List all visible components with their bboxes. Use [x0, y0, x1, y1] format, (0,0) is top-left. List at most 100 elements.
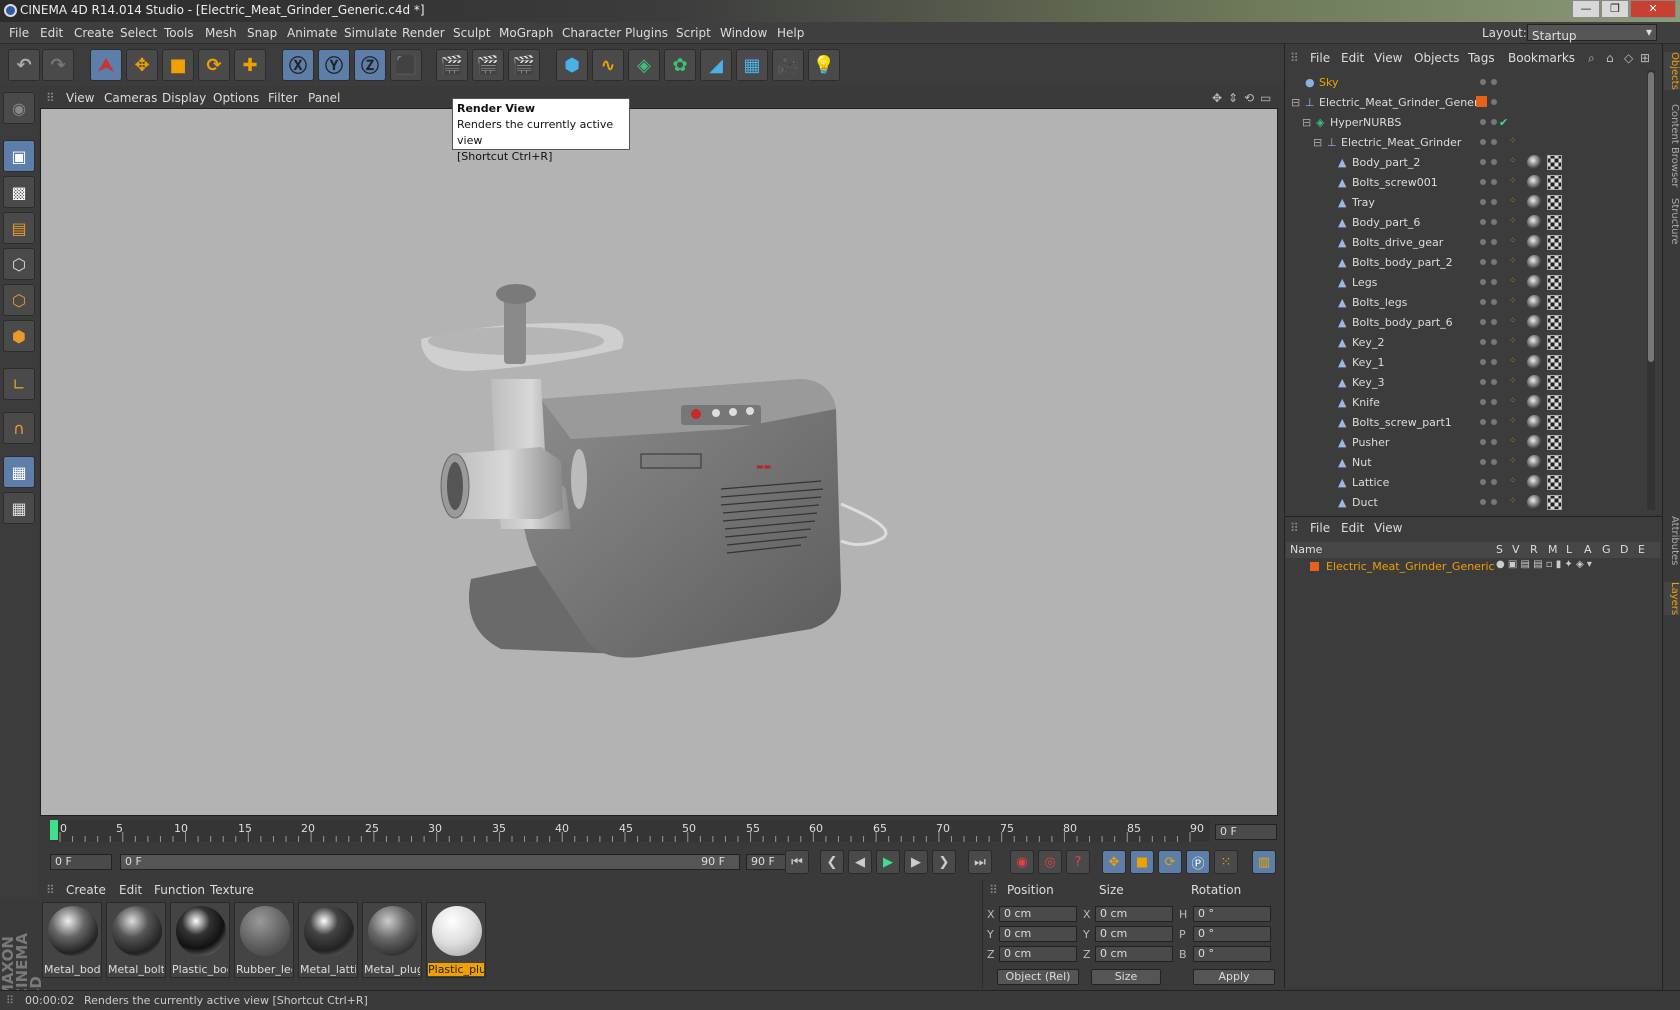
- object-name[interactable]: Knife: [1352, 396, 1380, 409]
- uvw-tag-icon[interactable]: [1547, 255, 1562, 270]
- object-row[interactable]: ▲ Duct ⁘: [1287, 493, 1647, 512]
- object-row[interactable]: ⊟ ⊥ Electric_Meat_Grinder_Generic: [1287, 93, 1647, 112]
- pan-view-icon[interactable]: ✥: [1212, 91, 1222, 105]
- uvw-tag-icon[interactable]: [1547, 235, 1562, 250]
- expand-toggle-icon[interactable]: ⊟: [1302, 116, 1311, 129]
- visibility-dot[interactable]: [1480, 359, 1486, 365]
- position-y-field[interactable]: 0 cm: [999, 926, 1077, 942]
- material-swatch[interactable]: Metal_bod: [42, 902, 102, 978]
- layer-color-swatch[interactable]: [1310, 562, 1319, 571]
- viewport-menu-display[interactable]: Display: [162, 91, 206, 105]
- material-swatch[interactable]: Metal_plug: [362, 902, 422, 978]
- phong-tag-icon[interactable]: ⁘: [1509, 376, 1517, 386]
- scrollbar-thumb[interactable]: [1648, 72, 1654, 362]
- visibility-dot[interactable]: [1491, 299, 1497, 305]
- go-to-end-button[interactable]: ⏭: [968, 850, 992, 874]
- object-row[interactable]: ▲ Pusher ⁘: [1287, 433, 1647, 452]
- object-name[interactable]: Bolts_body_part_2: [1352, 256, 1453, 269]
- viewport-menu-cameras[interactable]: Cameras: [104, 91, 157, 105]
- material-swatch[interactable]: Metal_bolt: [106, 902, 166, 978]
- axis-mode-button[interactable]: ∟: [3, 368, 35, 400]
- material-menu-edit[interactable]: Edit: [119, 883, 142, 897]
- menu-file[interactable]: File: [9, 26, 29, 40]
- previous-key-button[interactable]: ❮: [820, 850, 844, 874]
- phong-tag-icon[interactable]: ⁘: [1509, 456, 1517, 466]
- visibility-dot[interactable]: [1491, 279, 1497, 285]
- menu-snap[interactable]: Snap: [247, 26, 277, 40]
- uvw-tag-icon[interactable]: [1547, 455, 1562, 470]
- objects-menu-objects[interactable]: Objects: [1414, 51, 1459, 65]
- object-row[interactable]: ⊟ ⊥ Electric_Meat_Grinder ⁘: [1287, 133, 1647, 152]
- record-scale-button[interactable]: ■: [1130, 850, 1154, 874]
- move-button[interactable]: ✥: [126, 49, 158, 81]
- object-scrollbar[interactable]: [1647, 70, 1655, 510]
- uvw-tag-icon[interactable]: [1547, 335, 1562, 350]
- phong-tag-icon[interactable]: ⁘: [1509, 296, 1517, 306]
- material-menu-create[interactable]: Create: [66, 883, 106, 897]
- phong-tag-icon[interactable]: ⁘: [1509, 276, 1517, 286]
- material-tag-icon[interactable]: [1527, 275, 1542, 290]
- record-point-level-button[interactable]: ⁙: [1214, 850, 1238, 874]
- objects-menu-edit[interactable]: Edit: [1341, 51, 1364, 65]
- rotation-b-field[interactable]: 0 °: [1193, 946, 1271, 962]
- objects-menu-tags[interactable]: Tags: [1468, 51, 1495, 65]
- material-tag-icon[interactable]: [1527, 195, 1542, 210]
- undo-button[interactable]: ↶: [8, 49, 40, 81]
- object-name[interactable]: Nut: [1352, 456, 1372, 469]
- material-tag-icon[interactable]: [1527, 235, 1542, 250]
- phong-tag-icon[interactable]: ⁘: [1509, 216, 1517, 226]
- menu-animate[interactable]: Animate: [287, 26, 337, 40]
- phong-tag-icon[interactable]: ⁘: [1509, 436, 1517, 446]
- tab-layers[interactable]: Layers: [1664, 582, 1680, 616]
- object-row[interactable]: ▲ Bolts_legs ⁘: [1287, 293, 1647, 312]
- visibility-dot[interactable]: [1491, 239, 1497, 245]
- layer-row[interactable]: Electric_Meat_Grinder_Generic ● ▣ ▤ ▤ ▫ …: [1286, 558, 1660, 576]
- object-name[interactable]: Pusher: [1352, 436, 1389, 449]
- deformer-button[interactable]: ◢: [700, 49, 732, 81]
- visibility-dot[interactable]: [1480, 439, 1486, 445]
- material-tag-icon[interactable]: [1527, 375, 1542, 390]
- scale-button[interactable]: ■: [162, 49, 194, 81]
- coordinate-system-button[interactable]: ⬛: [390, 49, 422, 81]
- cube-object-button[interactable]: ⬢: [556, 49, 588, 81]
- object-row[interactable]: ▲ Lattice ⁘: [1287, 473, 1647, 492]
- visibility-dot[interactable]: [1480, 379, 1486, 385]
- menu-edit[interactable]: Edit: [40, 26, 63, 40]
- position-x-field[interactable]: 0 cm: [999, 906, 1077, 922]
- menu-mograph[interactable]: MoGraph: [499, 26, 554, 40]
- object-name[interactable]: Sky: [1319, 76, 1338, 89]
- visibility-dot[interactable]: [1491, 459, 1497, 465]
- visibility-dot[interactable]: [1491, 479, 1497, 485]
- object-row[interactable]: ▲ Key_2 ⁘: [1287, 333, 1647, 352]
- visibility-dot[interactable]: [1491, 79, 1497, 85]
- object-row[interactable]: ▲ Key_3 ⁘: [1287, 373, 1647, 392]
- expand-toggle-icon[interactable]: ⊟: [1291, 96, 1300, 109]
- visibility-dot[interactable]: [1480, 299, 1486, 305]
- uvw-tag-icon[interactable]: [1547, 155, 1562, 170]
- objects-menu-file[interactable]: File: [1310, 51, 1330, 65]
- frame-range-slider[interactable]: 0 F 90 F: [120, 854, 740, 870]
- visibility-dot[interactable]: [1491, 139, 1497, 145]
- material-tag-icon[interactable]: [1527, 475, 1542, 490]
- phong-tag-icon[interactable]: ⁘: [1509, 196, 1517, 206]
- material-tag-icon[interactable]: [1527, 155, 1542, 170]
- menu-plugins[interactable]: Plugins: [625, 26, 668, 40]
- record-position-button[interactable]: ✥: [1102, 850, 1126, 874]
- render-view-button[interactable]: 🎬: [436, 49, 468, 81]
- position-z-field[interactable]: 0 cm: [999, 946, 1077, 962]
- size-z-field[interactable]: 0 cm: [1095, 946, 1173, 962]
- object-row[interactable]: ⊟ ◈ HyperNURBS ✔: [1287, 113, 1647, 132]
- object-name[interactable]: Key_2: [1352, 336, 1384, 349]
- timeline-ruler[interactable]: 0 5 10 15 20 25 30 35 40 45 50 55 60 65 …: [50, 820, 1210, 842]
- object-row[interactable]: ▲ Bolts_screw_part1 ⁘: [1287, 413, 1647, 432]
- layout-select[interactable]: Startup ▾: [1527, 24, 1657, 43]
- material-tag-icon[interactable]: [1527, 175, 1542, 190]
- uvw-tag-icon[interactable]: [1547, 295, 1562, 310]
- visibility-dot[interactable]: [1491, 159, 1497, 165]
- viewport-menu-panel[interactable]: Panel: [308, 91, 340, 105]
- visibility-dot[interactable]: [1491, 419, 1497, 425]
- search-icon[interactable]: ⌕: [1588, 51, 1595, 66]
- phong-tag-icon[interactable]: ⁘: [1509, 316, 1517, 326]
- object-name[interactable]: Key_1: [1352, 356, 1384, 369]
- visibility-dot[interactable]: [1480, 239, 1486, 245]
